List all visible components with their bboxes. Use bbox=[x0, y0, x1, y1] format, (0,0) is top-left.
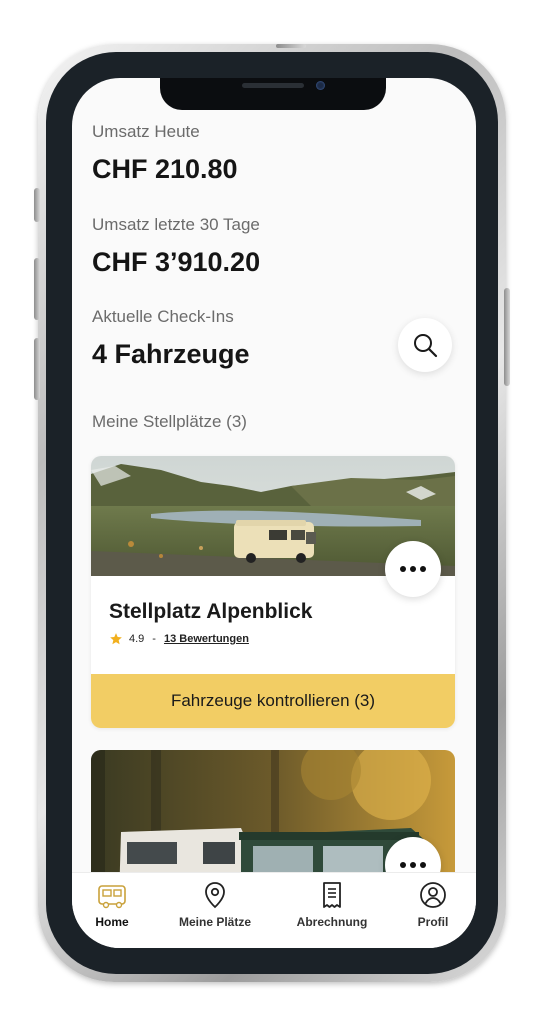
top-edge-detail bbox=[276, 44, 306, 48]
reviews-link[interactable]: 13 Bewertungen bbox=[164, 633, 249, 645]
front-camera bbox=[316, 81, 325, 90]
dashboard[interactable]: Umsatz Heute CHF 210.80 Umsatz letzte 30… bbox=[72, 78, 476, 948]
check-vehicles-button[interactable]: Fahrzeuge kontrollieren (3) bbox=[91, 674, 455, 728]
my-places-heading: Meine Stellplätze (3) bbox=[92, 412, 247, 431]
tab-my-places[interactable]: Meine Plätze bbox=[165, 881, 265, 929]
more-dots-icon bbox=[400, 566, 406, 572]
revenue-30-days-value: CHF 3’910.20 bbox=[92, 247, 261, 277]
rating-separator: - bbox=[152, 633, 156, 645]
tab-billing-label: Abrechnung bbox=[296, 915, 368, 929]
revenue-today-label: Umsatz Heute bbox=[92, 122, 200, 141]
receipt-icon bbox=[323, 882, 341, 908]
current-checkins-value: 4 Fahrzeuge bbox=[92, 339, 250, 369]
more-dot bbox=[420, 566, 426, 572]
tab-profile-label: Profil bbox=[417, 915, 449, 929]
volume-up-button bbox=[34, 258, 40, 320]
place-card[interactable]: Stellplatz Alpenblick 4.9 - 13 Bewertung… bbox=[91, 456, 455, 728]
rating-row: 4.9 - 13 Bewertungen bbox=[109, 632, 249, 646]
notch bbox=[160, 78, 386, 110]
tab-home-label: Home bbox=[95, 915, 129, 929]
power-button bbox=[504, 288, 510, 386]
tab-home[interactable]: Home bbox=[72, 881, 162, 929]
bottom-tab-bar: Home Meine Plätze Abrechnung Profil bbox=[72, 872, 476, 948]
more-dot bbox=[410, 566, 416, 572]
tab-profile[interactable]: Profil bbox=[383, 881, 476, 929]
app-screen: Umsatz Heute CHF 210.80 Umsatz letzte 30… bbox=[72, 78, 476, 948]
volume-down-button bbox=[34, 338, 40, 400]
tab-billing[interactable]: Abrechnung bbox=[282, 881, 382, 929]
search-icon bbox=[414, 334, 438, 358]
camper-icon bbox=[98, 885, 126, 909]
revenue-30-days-label: Umsatz letzte 30 Tage bbox=[92, 215, 260, 234]
more-dot bbox=[410, 862, 416, 868]
place-options-button[interactable] bbox=[385, 541, 441, 597]
more-dot bbox=[420, 862, 426, 868]
current-checkins-label: Aktuelle Check-Ins bbox=[92, 307, 234, 326]
place-title: Stellplatz Alpenblick bbox=[109, 600, 313, 623]
mute-switch bbox=[34, 188, 40, 222]
revenue-today-value: CHF 210.80 bbox=[92, 154, 238, 184]
search-button[interactable] bbox=[398, 318, 452, 372]
user-icon bbox=[420, 882, 446, 908]
tab-my-places-label: Meine Plätze bbox=[178, 915, 252, 929]
star-icon bbox=[110, 633, 122, 645]
rating-value: 4.9 bbox=[129, 633, 145, 645]
more-dots-icon bbox=[400, 862, 406, 868]
location-pin-icon bbox=[205, 882, 225, 909]
speaker bbox=[242, 83, 304, 88]
